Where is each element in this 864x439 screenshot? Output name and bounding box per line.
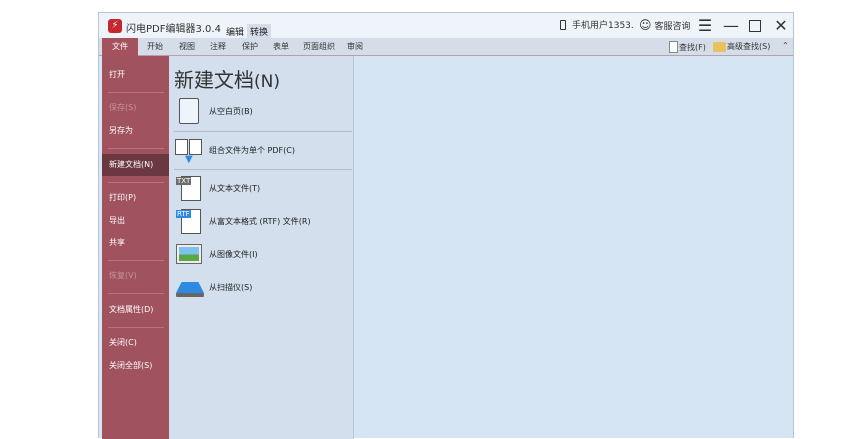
- tab-home[interactable]: 开始: [141, 38, 169, 56]
- folder-search-icon: [713, 41, 726, 52]
- menu-icon[interactable]: ☰: [695, 16, 715, 36]
- sidebar-item-print[interactable]: 打印(P): [102, 187, 169, 209]
- smiley-icon: ☺: [639, 18, 652, 32]
- phone-icon: [560, 19, 566, 30]
- panel-title: 新建文档(N): [174, 68, 280, 92]
- sidebar-item-properties[interactable]: 文档属性(D): [102, 299, 169, 321]
- sidebar-item-open[interactable]: 打开: [102, 64, 169, 86]
- mode-edit[interactable]: 编辑: [223, 24, 247, 39]
- sidebar-item-export[interactable]: 导出: [102, 210, 169, 232]
- sidebar-item-save-as[interactable]: 另存为: [102, 120, 169, 142]
- collapse-ribbon-icon[interactable]: ⌃: [782, 41, 789, 50]
- sidebar-item-new-document[interactable]: 新建文档(N): [102, 154, 169, 176]
- support-button[interactable]: ☺ 客服咨询: [639, 18, 691, 32]
- tab-annotate[interactable]: 注释: [204, 38, 232, 56]
- tab-view[interactable]: 视图: [173, 38, 201, 56]
- from-scanner[interactable]: 从扫描仪(S): [175, 272, 353, 302]
- user-account[interactable]: 手机用户1353.: [560, 18, 634, 31]
- maximize-button[interactable]: [745, 16, 765, 36]
- from-image-file[interactable]: 从图像文件(I): [175, 239, 353, 269]
- sidebar-item-share[interactable]: 共享: [102, 232, 169, 254]
- sidebar-item-restore: 恢复(V): [109, 271, 137, 280]
- app-window: ⚡ 闪电PDF编辑器3.0.4 编辑 转换 手机用户1353. ☺ 客服咨询 ☰ …: [98, 12, 794, 439]
- new-document-panel: 新建文档(N) 从空白页(B) ▼ 组合文件为单个 PDF(C) TXT 从文本…: [169, 56, 354, 439]
- combine-files[interactable]: ▼ 组合文件为单个 PDF(C): [175, 135, 353, 165]
- minimize-button[interactable]: —: [721, 16, 741, 36]
- tab-review[interactable]: 审阅: [341, 38, 369, 56]
- from-rtf-file[interactable]: RTF 从富文本格式 (RTF) 文件(R): [175, 206, 353, 236]
- tab-form[interactable]: 表单: [267, 38, 295, 56]
- app-title: 闪电PDF编辑器3.0.4: [126, 24, 221, 35]
- close-button[interactable]: ✕: [771, 16, 791, 36]
- scanner-icon: [175, 273, 204, 301]
- file-sidebar: 打开 保存(S) 另存为 新建文档(N) 打印(P) 导出 共享 恢复(V) 文…: [102, 56, 169, 439]
- advanced-find-button[interactable]: 高级查找(S): [713, 41, 770, 52]
- ribbon-tabs: 文件 开始 视图 注释 保护 表单 页面组织 审阅 查找(F) 高级查找(S) …: [99, 38, 793, 56]
- find-button[interactable]: 查找(F): [669, 41, 706, 53]
- title-bar: ⚡ 闪电PDF编辑器3.0.4 编辑 转换 手机用户1353. ☺ 客服咨询 ☰ …: [99, 13, 793, 39]
- app-logo-icon: ⚡: [108, 19, 122, 33]
- mode-convert[interactable]: 转换: [247, 24, 272, 39]
- rtf-file-icon: RTF: [175, 207, 203, 235]
- from-text-file[interactable]: TXT 从文本文件(T): [175, 173, 353, 203]
- tab-file[interactable]: 文件: [102, 38, 138, 56]
- image-file-icon: [175, 240, 203, 268]
- new-blank-page[interactable]: 从空白页(B): [175, 96, 353, 126]
- combine-files-icon: ▼: [175, 136, 203, 165]
- sidebar-item-close-all[interactable]: 关闭全部(S): [102, 355, 169, 377]
- tab-protect[interactable]: 保护: [236, 38, 264, 56]
- sidebar-item-save: 保存(S): [109, 103, 137, 112]
- find-icon: [669, 41, 678, 53]
- blank-page-icon: [175, 97, 203, 125]
- sidebar-item-close[interactable]: 关闭(C): [102, 332, 169, 354]
- txt-file-icon: TXT: [175, 174, 203, 202]
- tab-page-organize[interactable]: 页面组织: [297, 38, 341, 56]
